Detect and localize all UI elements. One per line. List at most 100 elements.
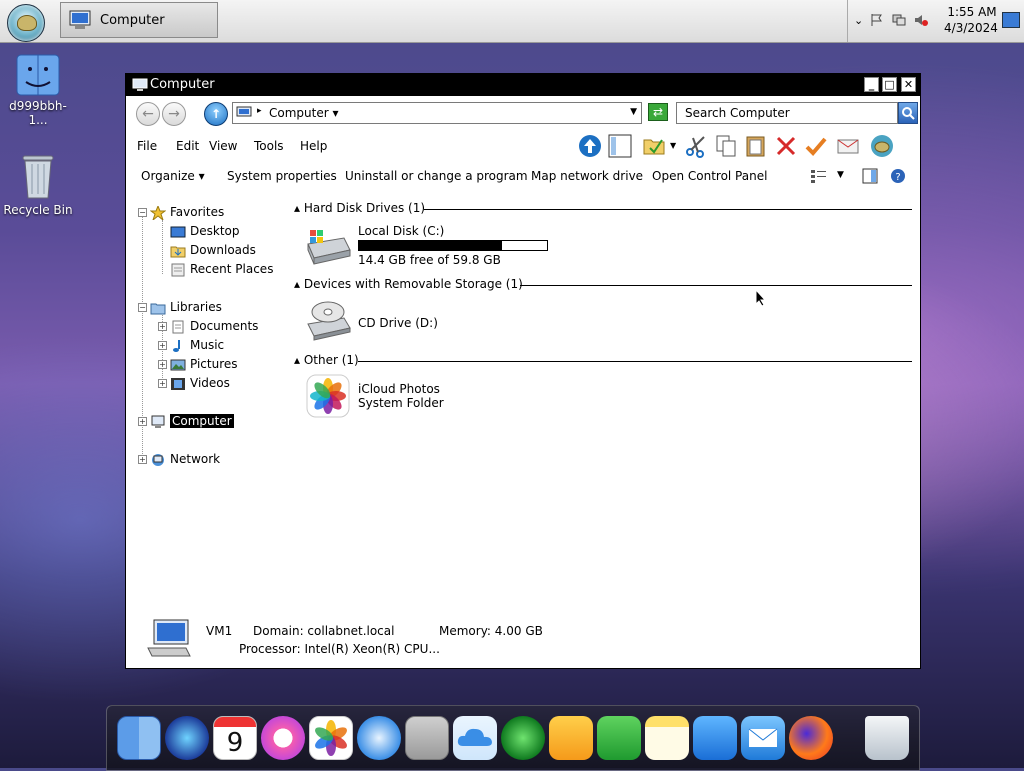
dock-firefox-icon[interactable] <box>789 716 833 760</box>
maximize-button[interactable]: □ <box>882 77 897 92</box>
group-header-other[interactable]: ▴ Other (1) <box>294 353 359 367</box>
search-input[interactable]: Search Computer <box>676 102 898 124</box>
clock-time[interactable]: 1:55 AM <box>946 5 998 19</box>
taskbar-button-computer[interactable]: Computer <box>60 2 218 38</box>
dock-photos-icon[interactable] <box>309 716 353 760</box>
network-icon[interactable] <box>892 13 906 27</box>
expand-videos-button[interactable]: + <box>158 379 167 388</box>
expand-pictures-button[interactable]: + <box>158 360 167 369</box>
dock-finder-icon[interactable] <box>117 716 161 760</box>
open-control-panel-button[interactable]: Open Control Panel <box>652 169 767 183</box>
calendar-day: 9 <box>226 728 244 758</box>
address-dropdown-icon[interactable]: ▼ <box>630 107 637 117</box>
refresh-button[interactable]: ⇄ <box>648 103 668 121</box>
nav-computer[interactable]: Computer <box>150 414 234 429</box>
dock-contacts-icon[interactable] <box>405 716 449 760</box>
nav-videos[interactable]: Videos <box>170 376 230 391</box>
item-cd-drive[interactable]: CD Drive (D:) <box>304 296 504 346</box>
up-arrow-icon[interactable] <box>578 134 602 158</box>
menu-file[interactable]: File <box>137 139 157 153</box>
address-bar[interactable]: ▸ Computer ▾ ▼ <box>232 102 642 124</box>
item-icloud-photos[interactable]: iCloud Photos System Folder <box>304 372 504 422</box>
dock-calendar-icon[interactable]: 9 <box>213 716 257 760</box>
cut-icon[interactable] <box>684 134 708 158</box>
properties-check-icon[interactable] <box>804 134 828 158</box>
dock-keynote-icon[interactable] <box>693 716 737 760</box>
collapse-libraries-button[interactable]: − <box>138 303 147 312</box>
copy-icon[interactable] <box>714 134 738 158</box>
pictures-icon <box>170 359 186 370</box>
dock-icloud-icon[interactable] <box>453 716 497 760</box>
nav-documents[interactable]: Documents <box>170 319 258 334</box>
nav-recent-places[interactable]: Recent Places <box>170 262 273 277</box>
menu-bar: File Edit View Tools Help <box>130 136 570 158</box>
menu-edit[interactable]: Edit <box>176 139 199 153</box>
nav-network[interactable]: Network <box>150 452 220 467</box>
group-header-removable-storage[interactable]: ▴ Devices with Removable Storage (1) <box>294 277 523 291</box>
breadcrumb-computer[interactable]: Computer ▾ <box>269 106 339 120</box>
start-button[interactable] <box>7 4 45 42</box>
nav-downloads[interactable]: Downloads <box>170 243 256 258</box>
collapse-favorites-button[interactable]: − <box>138 208 147 217</box>
expand-documents-button[interactable]: + <box>158 322 167 331</box>
computer-icon <box>69 10 91 29</box>
dock-itunes-icon[interactable] <box>261 716 305 760</box>
close-button[interactable]: ✕ <box>901 77 916 92</box>
show-hidden-icons-button[interactable]: ⌄ <box>854 14 863 27</box>
help-icon[interactable]: ? <box>890 168 906 184</box>
menu-view[interactable]: View <box>209 139 237 153</box>
dock-mail-icon[interactable] <box>741 716 785 760</box>
dock-numbers-icon[interactable] <box>597 716 641 760</box>
computer-icon <box>236 106 252 117</box>
view-dropdown-icon[interactable]: ▼ <box>837 170 844 180</box>
move-to-dropdown-icon[interactable]: ▼ <box>670 141 676 150</box>
item-local-disk[interactable]: Local Disk (C:) 14.4 GB free of 59.8 GB <box>304 220 564 272</box>
hard-drive-icon <box>307 230 351 265</box>
move-to-folder-icon[interactable] <box>642 134 666 158</box>
dock-safari-icon[interactable] <box>357 716 401 760</box>
email-icon[interactable] <box>836 134 860 158</box>
volume-muted-icon[interactable] <box>914 13 928 27</box>
minimize-button[interactable]: _ <box>864 77 879 92</box>
dock-trash-icon[interactable] <box>865 716 909 760</box>
nav-pictures[interactable]: Pictures <box>170 357 238 372</box>
nav-desktop[interactable]: Desktop <box>170 224 240 239</box>
dock-pages-icon[interactable] <box>549 716 593 760</box>
expand-network-button[interactable]: + <box>138 455 147 464</box>
mouse-cursor-icon <box>755 289 767 307</box>
dock-notes-icon[interactable] <box>645 716 689 760</box>
group-header-hard-disk-drives[interactable]: ▴ Hard Disk Drives (1) <box>294 201 425 215</box>
expand-music-button[interactable]: + <box>158 341 167 350</box>
dock-find-my-icon[interactable] <box>501 716 545 760</box>
desktop-icon-recycle-bin[interactable]: Recycle Bin <box>0 152 76 217</box>
clock-date[interactable]: 4/3/2024 <box>940 21 1002 35</box>
desktop-icon-finder[interactable]: d999bbh-1... <box>0 54 76 127</box>
breadcrumb-separator-icon[interactable]: ▸ <box>257 106 262 116</box>
menu-tools[interactable]: Tools <box>254 139 284 153</box>
up-button[interactable]: ↑ <box>204 102 228 126</box>
show-desktop-icon[interactable] <box>1002 12 1020 28</box>
menu-help[interactable]: Help <box>300 139 327 153</box>
nav-music[interactable]: Music <box>170 338 224 353</box>
delete-icon[interactable] <box>774 134 798 158</box>
dock-siri-icon[interactable] <box>165 716 209 760</box>
recent-places-icon <box>171 263 185 276</box>
view-options-icon[interactable] <box>810 168 828 184</box>
windows-shell-icon[interactable] <box>870 134 894 158</box>
nav-favorites[interactable]: Favorites <box>150 205 224 220</box>
folders-pane-icon[interactable] <box>608 134 632 158</box>
expand-computer-button[interactable]: + <box>138 417 147 426</box>
map-network-drive-button[interactable]: Map network drive <box>531 169 643 183</box>
search-icon[interactable] <box>898 102 918 124</box>
icloud-photos-name: iCloud Photos <box>358 382 440 396</box>
organize-button[interactable]: Organize ▾ <box>141 169 205 183</box>
title-bar[interactable]: Computer _ □ ✕ <box>126 74 920 96</box>
system-properties-button[interactable]: System properties <box>227 169 337 183</box>
forward-button[interactable]: → <box>162 102 186 126</box>
back-button[interactable]: ← <box>136 102 160 126</box>
action-center-flag-icon[interactable] <box>870 13 884 27</box>
preview-pane-icon[interactable] <box>862 168 878 184</box>
paste-icon[interactable] <box>744 134 768 158</box>
uninstall-program-button[interactable]: Uninstall or change a program <box>345 169 528 183</box>
nav-libraries[interactable]: Libraries <box>150 300 222 315</box>
